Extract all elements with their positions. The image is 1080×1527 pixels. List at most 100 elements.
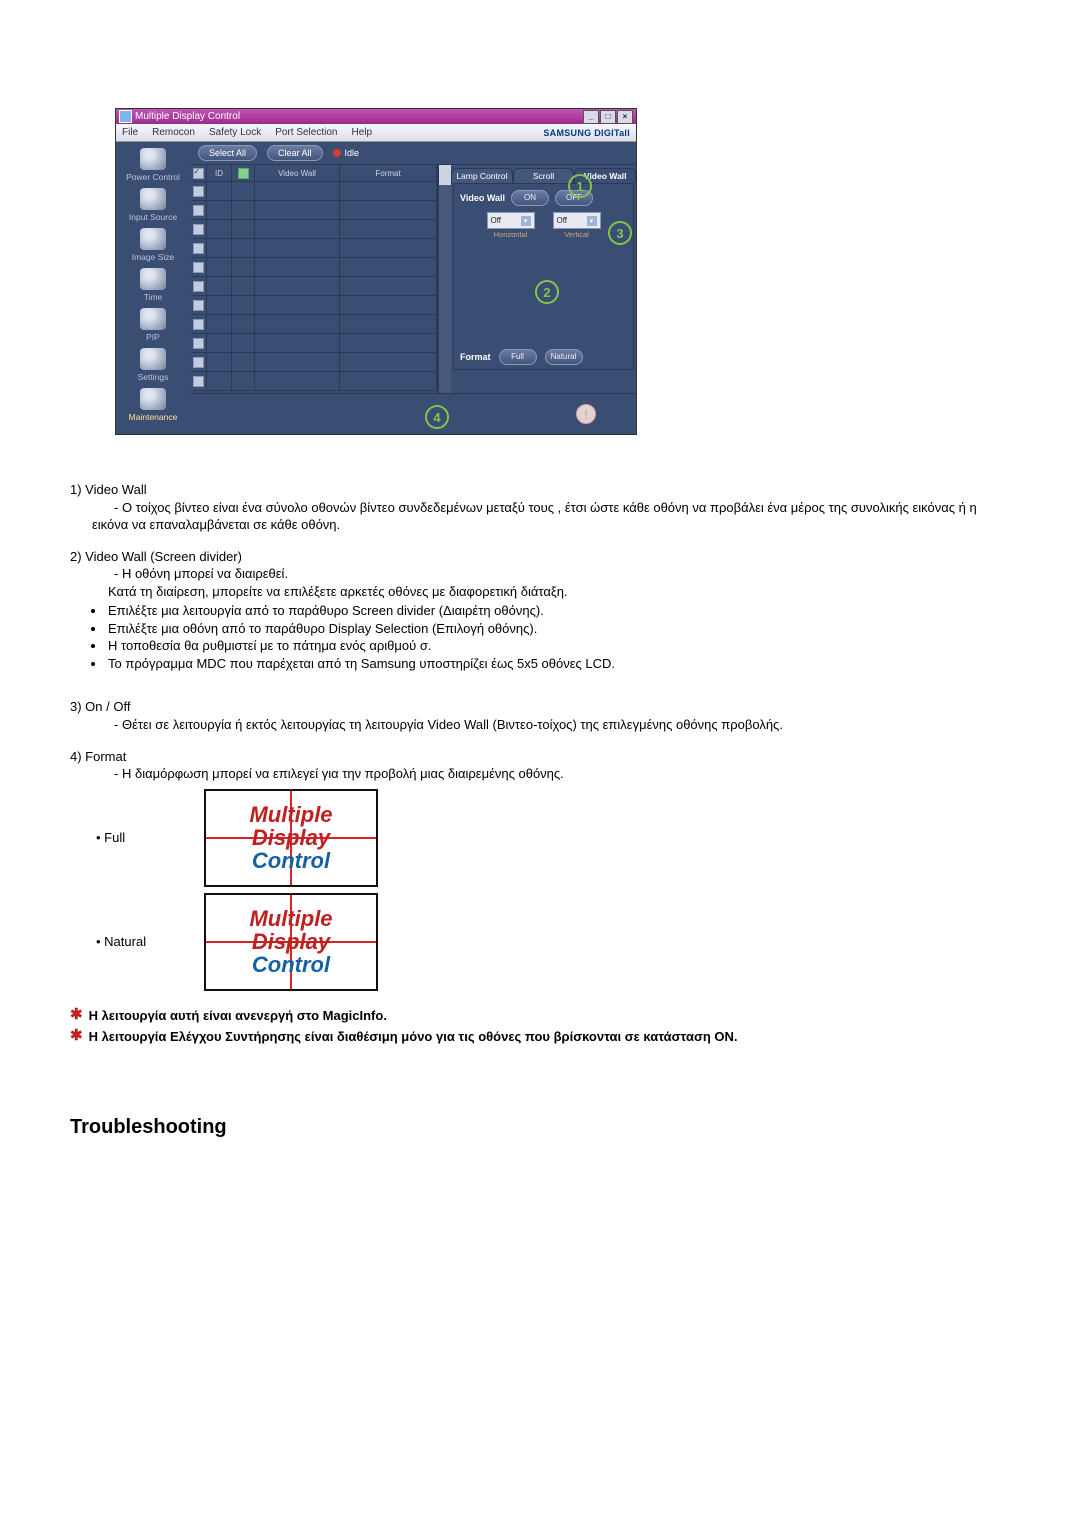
doc-2-title: 2) Video Wall (Screen divider) — [70, 549, 242, 564]
row-checkbox[interactable] — [193, 376, 204, 387]
menu-safety-lock[interactable]: Safety Lock — [209, 127, 261, 138]
doc-3-title: 3) On / Off — [70, 699, 130, 714]
sidebar-item-settings[interactable]: Settings — [138, 348, 169, 382]
col-format: Format — [340, 165, 437, 181]
sidebar-item-input-source[interactable]: Input Source — [129, 188, 177, 222]
table-row[interactable] — [190, 220, 437, 239]
app-icon — [119, 110, 132, 123]
doc-1-title: 1) Video Wall — [70, 482, 147, 497]
format-label: Format — [460, 352, 491, 362]
col-checkbox[interactable] — [190, 165, 207, 181]
vertical-label: Vertical — [564, 230, 589, 239]
minimize-button[interactable]: _ — [583, 110, 599, 124]
settings-icon — [140, 348, 166, 370]
callout-3: 3 — [608, 221, 632, 245]
callout-2: 2 — [535, 280, 559, 304]
doc-bullet: Επιλέξτε μια οθόνη από το παράθυρο Displ… — [106, 620, 1010, 638]
power-control-icon — [140, 148, 166, 170]
format-full-button[interactable]: Full — [499, 349, 537, 365]
doc-2-b: Κατά τη διαίρεση, μπορείτε να επιλέξετε … — [70, 583, 1010, 601]
top-controls: Select All Clear All Idle — [190, 142, 636, 165]
time-icon — [140, 268, 166, 290]
format-row: Format Full Natural — [454, 349, 633, 365]
table-row[interactable] — [190, 372, 437, 391]
table-row[interactable] — [190, 201, 437, 220]
menu-port-selection[interactable]: Port Selection — [275, 127, 337, 138]
row-checkbox[interactable] — [193, 300, 204, 311]
menu-file[interactable]: File — [122, 127, 138, 138]
sidebar-item-pip[interactable]: PIP — [140, 308, 166, 342]
app-window: Multiple Display Control _ □ × File Remo… — [115, 108, 637, 435]
brand-label: SAMSUNG DIGITall — [543, 128, 630, 138]
row-checkbox[interactable] — [193, 338, 204, 349]
format-natural-button[interactable]: Natural — [545, 349, 583, 365]
troubleshooting-heading: Troubleshooting — [70, 1116, 1080, 1139]
table-row[interactable] — [190, 315, 437, 334]
star-icon: ✱ — [70, 1007, 83, 1022]
col-video-wall: Video Wall — [255, 165, 340, 181]
star-icon: ✱ — [70, 1028, 83, 1043]
callout-4: 4 — [425, 405, 449, 429]
tab-lamp-control[interactable]: Lamp Control — [451, 168, 513, 183]
note-1: Η λειτουργία αυτή είναι ανενεργή στο Mag… — [89, 1007, 387, 1025]
scroll-up-button[interactable] — [439, 165, 451, 175]
select-all-button[interactable]: Select All — [198, 145, 257, 161]
display-grid: ID Video Wall Format — [190, 165, 438, 393]
sidebar-item-maintenance[interactable]: Maintenance — [129, 388, 178, 422]
sidebar-item-image-size[interactable]: Image Size — [132, 228, 175, 262]
row-checkbox[interactable] — [193, 224, 204, 235]
clear-all-button[interactable]: Clear All — [267, 145, 323, 161]
tab-scroll[interactable]: Scroll — [513, 168, 575, 183]
sidebar-item-power-control[interactable]: Power Control — [126, 148, 180, 182]
dropdowns-row: Off▾ Horizontal Off▾ Vertical — [454, 212, 633, 239]
menu-help[interactable]: Help — [351, 127, 372, 138]
table-row[interactable] — [190, 353, 437, 372]
table-row[interactable] — [190, 296, 437, 315]
scroll-thumb[interactable] — [439, 175, 451, 185]
chevron-down-icon: ▾ — [521, 216, 531, 226]
menu-remocon[interactable]: Remocon — [152, 127, 195, 138]
close-button[interactable]: × — [617, 110, 633, 124]
row-checkbox[interactable] — [193, 357, 204, 368]
example-full-label: Full — [70, 829, 176, 847]
doc-1-a: Ο τοίχος βίντεο είναι ένα σύνολο οθονών … — [92, 500, 977, 533]
right-panel: Lamp Control Scroll Video Wall Video Wal… — [451, 165, 636, 393]
doc-bullet: Το πρόγραμμα MDC που παρέχεται από τη Sa… — [106, 655, 1010, 673]
header-checkbox[interactable] — [193, 168, 204, 179]
table-row[interactable] — [190, 277, 437, 296]
video-wall-label: Video Wall — [460, 193, 505, 203]
footer-area: ! — [190, 393, 636, 434]
power-header-icon — [238, 168, 249, 179]
format-examples: Full Multiple Display Control Natural — [70, 789, 1010, 991]
example-natural-tile: Multiple Display Control — [204, 893, 378, 991]
table-row[interactable] — [190, 258, 437, 277]
row-checkbox[interactable] — [193, 262, 204, 273]
vertical-dropdown[interactable]: Off▾ — [553, 212, 601, 229]
video-wall-row: Video Wall ON OFF — [454, 184, 633, 212]
row-checkbox[interactable] — [193, 205, 204, 216]
row-checkbox[interactable] — [193, 281, 204, 292]
horizontal-label: Horizontal — [494, 230, 528, 239]
table-row[interactable] — [190, 239, 437, 258]
example-natural-label: Natural — [70, 933, 176, 951]
horizontal-dropdown[interactable]: Off▾ — [487, 212, 535, 229]
doc-2-bullets: Επιλέξτε μια λειτουργία από το παράθυρο … — [70, 602, 1010, 672]
row-checkbox[interactable] — [193, 186, 204, 197]
table-row[interactable] — [190, 182, 437, 201]
sidebar-item-time[interactable]: Time — [140, 268, 166, 302]
example-full-tile: Multiple Display Control — [204, 789, 378, 887]
image-size-icon — [140, 228, 166, 250]
menubar: File Remocon Safety Lock Port Selection … — [116, 124, 636, 142]
maintenance-icon — [140, 388, 166, 410]
row-checkbox[interactable] — [193, 319, 204, 330]
right-tabs: Lamp Control Scroll Video Wall — [451, 165, 636, 183]
callout-1: 1 — [568, 174, 592, 198]
row-checkbox[interactable] — [193, 243, 204, 254]
doc-body: 1) Video Wall Ο τοίχος βίντεο είναι ένα … — [70, 481, 1010, 1046]
video-wall-on-button[interactable]: ON — [511, 190, 549, 206]
pip-icon — [140, 308, 166, 330]
grid-scrollbar[interactable] — [438, 165, 451, 393]
doc-4-title: 4) Format — [70, 749, 126, 764]
maximize-button[interactable]: □ — [600, 110, 616, 124]
table-row[interactable] — [190, 334, 437, 353]
